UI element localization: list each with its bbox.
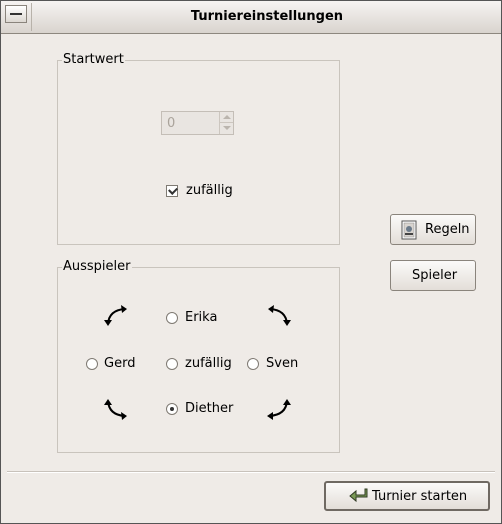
- radio-sven[interactable]: [247, 358, 259, 370]
- spin-down-icon[interactable]: [219, 123, 233, 134]
- rotate-arrow-icon: [104, 305, 127, 326]
- radio-diether-label[interactable]: Diether: [185, 401, 233, 416]
- radio-random-label[interactable]: zufällig: [185, 356, 232, 371]
- radio-diether[interactable]: [166, 403, 178, 415]
- window-title: Turniereinstellungen: [190, 9, 344, 24]
- rules-button[interactable]: Regeln: [390, 214, 476, 245]
- players-button-label: Spieler: [412, 268, 458, 283]
- radio-gerd[interactable]: [86, 358, 98, 370]
- radio-sven-label[interactable]: Sven: [266, 356, 298, 371]
- rotate-arrow-icon: [267, 399, 291, 420]
- startwert-spinbox[interactable]: 0: [161, 111, 234, 135]
- startwert-group: Startwert: [57, 53, 340, 245]
- start-tournament-button[interactable]: Turnier starten: [324, 481, 490, 511]
- ausspieler-group-title: Ausspieler: [62, 259, 132, 274]
- random-start-label[interactable]: zufällig: [186, 183, 233, 198]
- random-start-checkbox[interactable]: [166, 185, 178, 197]
- document-icon: [401, 220, 417, 240]
- title-separator: [31, 3, 32, 31]
- rotate-arrow-icon: [104, 399, 127, 420]
- rules-button-label: Regeln: [425, 222, 470, 237]
- radio-random[interactable]: [166, 358, 178, 370]
- radio-erika[interactable]: [166, 312, 178, 324]
- bottom-separator: [7, 471, 495, 473]
- tournament-settings-window: Turniereinstellungen Startwert 0 zufälli…: [0, 0, 502, 524]
- startwert-spin-value: 0: [167, 116, 176, 131]
- title-bar[interactable]: Turniereinstellungen: [1, 1, 501, 34]
- rotate-arrow-icon: [268, 305, 291, 326]
- start-arrow-icon: [349, 488, 368, 503]
- players-button[interactable]: Spieler: [390, 260, 476, 291]
- window-menu-icon[interactable]: [5, 5, 27, 23]
- radio-erika-label[interactable]: Erika: [185, 310, 217, 325]
- checkmark-icon: [168, 185, 178, 195]
- start-tournament-button-label: Turnier starten: [372, 489, 468, 504]
- startwert-group-title: Startwert: [62, 52, 125, 67]
- spin-up-icon[interactable]: [219, 112, 233, 123]
- radio-selected-dot: [170, 407, 174, 411]
- radio-gerd-label[interactable]: Gerd: [104, 356, 135, 371]
